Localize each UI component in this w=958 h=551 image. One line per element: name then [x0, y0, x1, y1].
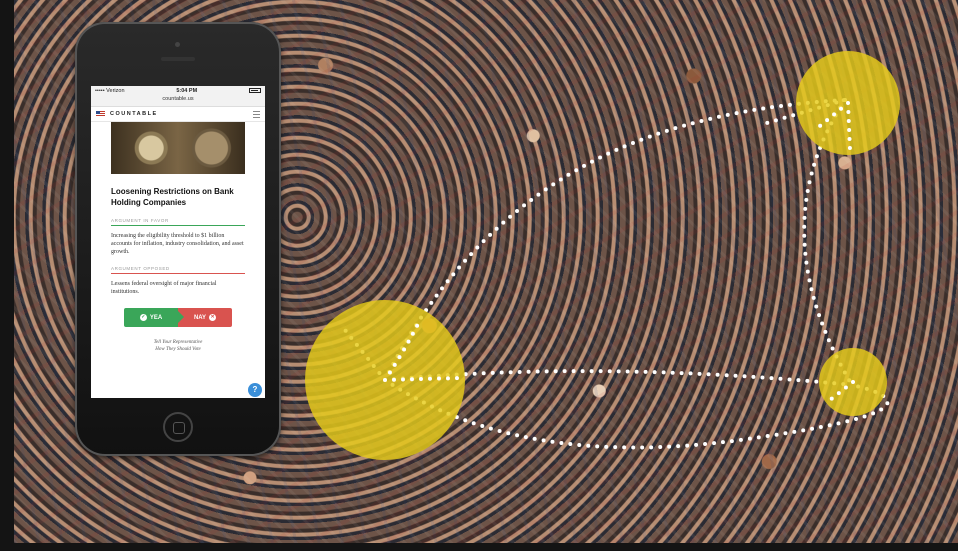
carrier-label: ••••• Verizon	[95, 87, 125, 94]
bill-title: Loosening Restrictions on Bank Holding C…	[111, 187, 234, 207]
app-brand[interactable]: COUNTABLE	[110, 111, 253, 117]
vote-controls: ✓ YEA NAY ✕	[124, 308, 232, 327]
cta-line-2: How They Should Vote	[155, 347, 201, 352]
home-button[interactable]	[163, 412, 193, 442]
help-button[interactable]: ?	[248, 383, 262, 397]
representative-cta[interactable]: Tell Your Representative How They Should…	[111, 339, 245, 353]
argument-opposed-label: ARGUMENT OPPOSED	[111, 266, 170, 271]
opposed-divider	[111, 273, 245, 274]
nay-button[interactable]: NAY ✕	[178, 308, 232, 327]
status-bar: ••••• Verizon 5:04 PM	[91, 86, 265, 95]
yea-button[interactable]: ✓ YEA	[124, 308, 184, 327]
battery-icon	[249, 88, 261, 93]
argument-favor-label: ARGUMENT IN FAVOR	[111, 218, 169, 223]
cta-line-1: Tell Your Representative	[153, 340, 203, 345]
flag-icon	[96, 111, 105, 117]
argument-favor-text: Increasing the eligibility threshold to …	[111, 233, 244, 255]
clock-label: 5:04 PM	[176, 87, 198, 94]
x-circle-icon: ✕	[209, 314, 217, 321]
phone-screen: ••••• Verizon 5:04 PM countable.us COUNT…	[91, 86, 265, 398]
dotted-link-left-to-topright	[383, 98, 847, 382]
app-header: COUNTABLE	[91, 107, 265, 122]
camera-icon	[175, 42, 180, 47]
url-bar[interactable]: countable.us	[91, 95, 265, 107]
hamburger-menu-icon[interactable]	[253, 110, 260, 118]
smartphone: ••••• Verizon 5:04 PM countable.us COUNT…	[75, 22, 281, 456]
favor-divider	[111, 225, 245, 226]
speaker-grille	[161, 57, 195, 61]
argument-opposed-text: Lessens federal oversight of major finan…	[111, 281, 217, 295]
bill-image-vault	[111, 122, 245, 174]
nay-label: NAY	[193, 314, 207, 321]
check-icon: ✓	[139, 314, 147, 321]
yea-label: YEA	[149, 314, 163, 321]
